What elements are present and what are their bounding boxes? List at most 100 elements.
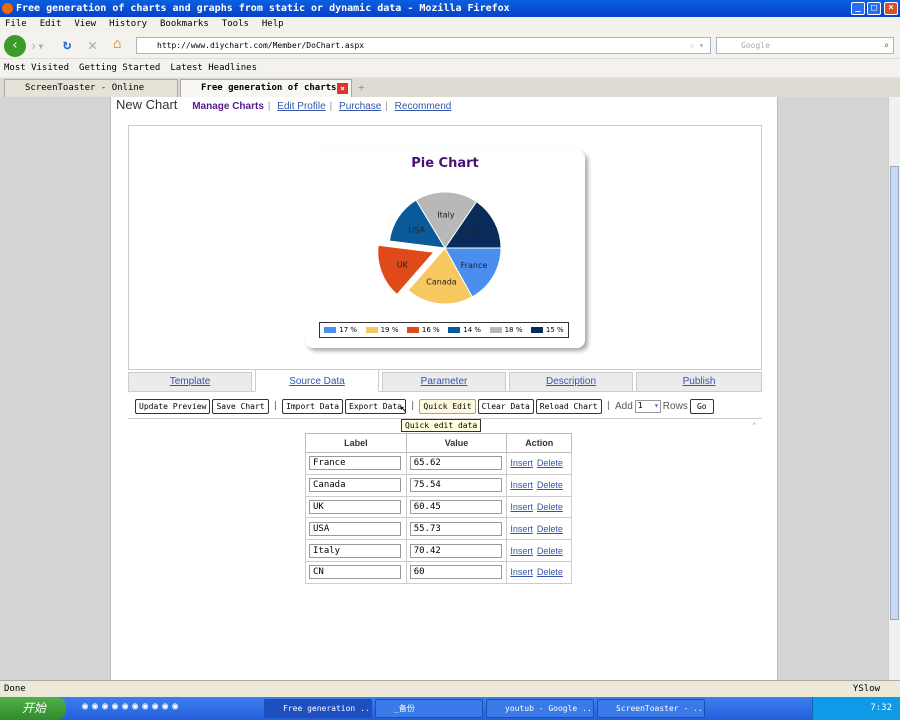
label-cell: Canada [305, 473, 407, 497]
back-button[interactable]: ‹ [4, 35, 26, 57]
menu-edit[interactable]: Edit [40, 19, 62, 29]
stop-icon[interactable]: ✕ [88, 36, 97, 54]
home-icon[interactable]: ⌂ [113, 36, 121, 52]
link-edit-profile[interactable]: Edit Profile [277, 101, 325, 112]
collapse-icon[interactable]: ⌃ [752, 421, 757, 430]
value-input[interactable]: 60.45 [409, 499, 502, 514]
menu-history[interactable]: History [109, 19, 147, 29]
tooltip: Quick edit data [401, 419, 482, 432]
link-purchase[interactable]: Purchase [339, 101, 381, 112]
legend-label: 16 % [421, 326, 440, 334]
close-tab-icon[interactable]: × [337, 83, 348, 94]
menu-view[interactable]: View [74, 19, 96, 29]
task-screentoaster[interactable]: ScreenToaster - ... [597, 699, 705, 718]
save-chart-button[interactable]: Save Chart [212, 398, 269, 414]
task-firefox[interactable]: Free generation ... [264, 699, 372, 718]
insert-link[interactable]: Insert [510, 567, 533, 577]
action-cell: Insert Delete [506, 560, 572, 584]
bookmark-getting-started[interactable]: Getting Started [79, 63, 160, 73]
clear-data-button[interactable]: Clear Data [477, 398, 534, 414]
url-bar[interactable]: http://www.diychart.com/Member/DoChart.a… [136, 37, 711, 54]
insert-link[interactable]: Insert [510, 458, 533, 468]
insert-link[interactable]: Insert [510, 480, 533, 490]
delete-link[interactable]: Delete [537, 480, 563, 490]
menu-tools[interactable]: Tools [222, 19, 249, 29]
go-button[interactable]: Go [689, 398, 714, 414]
insert-link[interactable]: Insert [510, 502, 533, 512]
table-row: Italy 70.42 Insert Delete [305, 539, 572, 562]
url-text: http://www.diychart.com/Member/DoChart.a… [157, 41, 365, 50]
update-preview-button[interactable]: Update Preview [135, 398, 211, 414]
legend-label: 18 % [504, 326, 523, 334]
bookmark-star-icon[interactable]: ☆ ▾ [690, 38, 704, 53]
quick-launch-icons[interactable]: ◉◉◉◉◉◉◉◉◉◉ [82, 701, 182, 712]
rows-label: Rows [662, 400, 688, 412]
col-action: Action [506, 433, 572, 453]
reload-icon[interactable]: ↻ [63, 37, 71, 53]
new-tab-button[interactable]: + [358, 81, 365, 94]
minimize-button[interactable]: _ [851, 2, 865, 15]
delete-link[interactable]: Delete [537, 502, 563, 512]
search-input[interactable]: Google ⌕ [716, 37, 894, 54]
insert-link[interactable]: Insert [510, 546, 533, 556]
menu-help[interactable]: Help [262, 19, 284, 29]
rows-select[interactable]: 1 ▾ [634, 399, 661, 413]
label-input[interactable]: CN [309, 565, 401, 580]
browser-tab-screentoaster[interactable]: ScreenToaster - Online screen r··· [4, 79, 178, 110]
yslow-label[interactable]: YSlow [853, 681, 880, 697]
tab-publish[interactable]: Publish [636, 372, 762, 392]
panel-tabs: Template Source Data Parameter Descripti… [128, 369, 762, 392]
forward-button[interactable]: ›▾ [30, 39, 44, 53]
slice-label: UK [397, 260, 409, 269]
scrollbar-thumb[interactable] [890, 166, 899, 620]
delete-link[interactable]: Delete [537, 567, 563, 577]
export-data-button[interactable]: Export Data [345, 398, 406, 414]
browser-tab-diychart[interactable]: Free generation of charts ···× [180, 79, 352, 110]
mouse-cursor-icon: ↖ [400, 401, 408, 415]
menu-file[interactable]: File [5, 19, 27, 29]
action-cell: Insert Delete [506, 495, 572, 519]
start-button[interactable]: 开始 [0, 697, 66, 720]
link-manage-charts[interactable]: Manage Charts [192, 101, 264, 112]
bookmark-most-visited[interactable]: Most Visited [4, 63, 69, 73]
value-input[interactable]: 60 [409, 565, 502, 580]
rows-value: 1 [637, 400, 643, 410]
legend-label: 17 % [339, 326, 358, 334]
legend-swatch [406, 327, 419, 333]
value-input[interactable]: 70.42 [409, 543, 502, 558]
firefox-icon [2, 3, 13, 14]
bookmark-latest-headlines[interactable]: Latest Headlines [170, 63, 257, 73]
slice-label: Canada [426, 277, 457, 286]
task-folder[interactable]: _备份 [375, 699, 483, 718]
label-input[interactable]: France [309, 456, 401, 471]
reload-chart-button[interactable]: Reload Chart [535, 398, 602, 414]
insert-link[interactable]: Insert [510, 524, 533, 534]
close-button[interactable]: × [884, 2, 898, 15]
menu-bookmarks[interactable]: Bookmarks [160, 19, 209, 29]
label-input[interactable]: Canada [309, 478, 401, 493]
value-input[interactable]: 75.54 [409, 478, 502, 493]
quick-edit-button[interactable]: Quick Edit [419, 398, 476, 414]
value-input[interactable]: 55.73 [409, 521, 502, 536]
tab-template[interactable]: Template [128, 372, 252, 392]
link-recommend[interactable]: Recommend [395, 101, 452, 112]
delete-link[interactable]: Delete [537, 546, 563, 556]
slice-label: CN [469, 228, 481, 237]
search-icon[interactable]: ⌕ [884, 38, 889, 53]
delete-link[interactable]: Delete [537, 524, 563, 534]
delete-link[interactable]: Delete [537, 458, 563, 468]
navigation-toolbar: ‹ ›▾ ↻ ✕ ⌂ http://www.diychart.com/Membe… [0, 32, 900, 59]
tab-parameter[interactable]: Parameter [382, 372, 506, 392]
label-input[interactable]: Italy [309, 543, 401, 558]
task-youtube[interactable]: youtub - Google ... [486, 699, 594, 718]
label-input[interactable]: USA [309, 521, 401, 536]
data-toolbar: Update Preview Save Chart | Import Data … [135, 398, 714, 414]
label-input[interactable]: UK [309, 499, 401, 514]
label-cell: CN [305, 560, 407, 584]
maximize-button[interactable]: □ [867, 2, 881, 15]
value-input[interactable]: 65.62 [409, 456, 502, 471]
tab-source-data[interactable]: Source Data [255, 369, 379, 392]
import-data-button[interactable]: Import Data [282, 398, 344, 414]
bookmarks-toolbar: Most Visited Getting Started Latest Headli… [0, 59, 900, 77]
tab-description[interactable]: Description [509, 372, 633, 392]
